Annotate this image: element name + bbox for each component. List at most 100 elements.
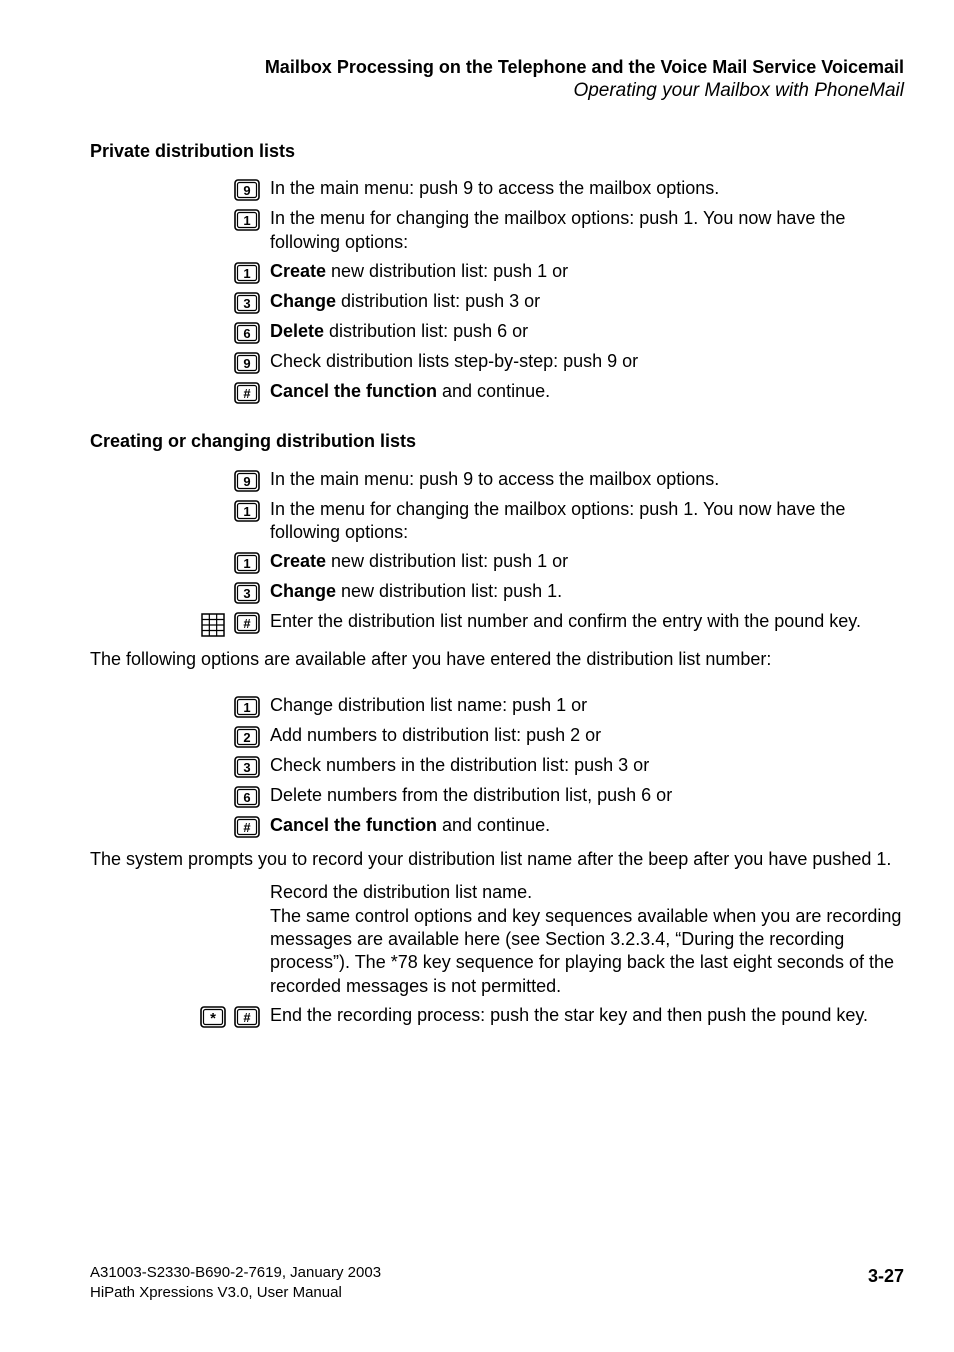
paragraph: The following options are available afte… xyxy=(90,648,904,671)
key-1-icon: 1 xyxy=(234,500,260,522)
instruction-text: End the recording process: push the star… xyxy=(270,1004,904,1027)
instruction-text: Create new distribution list: push 1 or xyxy=(270,550,904,573)
svg-text:#: # xyxy=(243,386,251,401)
instruction-row: 1 Change distribution list name: push 1 … xyxy=(90,694,904,718)
key-icon-col: # xyxy=(90,610,270,638)
svg-text:1: 1 xyxy=(243,700,250,715)
instruction-row: 9 Check distribution lists step-by-step:… xyxy=(90,350,904,374)
key-icon-col: 3 xyxy=(90,754,270,778)
svg-text:#: # xyxy=(243,1010,251,1025)
instruction-text: Change distribution list name: push 1 or xyxy=(270,694,904,717)
key-9-icon: 9 xyxy=(234,179,260,201)
instruction-row: 1 Create new distribution list: push 1 o… xyxy=(90,550,904,574)
page-footer: 3-27 A31003-S2330-B690-2-7619, January 2… xyxy=(90,1263,904,1302)
paragraph: The system prompts you to record your di… xyxy=(90,848,904,871)
instruction-text: In the menu for changing the mailbox opt… xyxy=(270,498,904,545)
instruction-row: * # End the recording process: push the … xyxy=(90,1004,904,1028)
key-icon-col: 1 xyxy=(90,550,270,574)
key-icon-col: 3 xyxy=(90,290,270,314)
instruction-row: 6 Delete numbers from the distribution l… xyxy=(90,784,904,808)
instruction-text: Delete numbers from the distribution lis… xyxy=(270,784,904,807)
svg-text:9: 9 xyxy=(243,183,250,198)
instruction-row: # Cancel the function and continue. xyxy=(90,380,904,404)
keypad-icon xyxy=(200,612,226,638)
key-6-icon: 6 xyxy=(234,786,260,808)
key-icon-col: 1 xyxy=(90,260,270,284)
instruction-row: 9 In the main menu: push 9 to access the… xyxy=(90,177,904,201)
svg-text:1: 1 xyxy=(243,266,250,281)
instruction-row: Record the distribution list name. The s… xyxy=(90,881,904,998)
svg-text:1: 1 xyxy=(243,213,250,228)
instruction-text: Check numbers in the distribution list: … xyxy=(270,754,904,777)
key-1-icon: 1 xyxy=(234,696,260,718)
instruction-text: In the main menu: push 9 to access the m… xyxy=(270,468,904,491)
instruction-text: Check distribution lists step-by-step: p… xyxy=(270,350,904,373)
key-icon-col: 9 xyxy=(90,350,270,374)
svg-text:3: 3 xyxy=(243,586,250,601)
svg-text:6: 6 xyxy=(243,326,250,341)
instruction-row: 3 Change distribution list: push 3 or xyxy=(90,290,904,314)
footer-line-2: HiPath Xpressions V3.0, User Manual xyxy=(90,1283,904,1303)
key-6-icon: 6 xyxy=(234,322,260,344)
instruction-text: Delete distribution list: push 6 or xyxy=(270,320,904,343)
key-9-icon: 9 xyxy=(234,470,260,492)
instruction-row: 1 Create new distribution list: push 1 o… xyxy=(90,260,904,284)
key-icon-col: 1 xyxy=(90,207,270,231)
instruction-row: 1 In the menu for changing the mailbox o… xyxy=(90,207,904,254)
instruction-text: Cancel the function and continue. xyxy=(270,814,904,837)
key-icon-col: 3 xyxy=(90,580,270,604)
key-icon-col: 6 xyxy=(90,784,270,808)
section-title-creating-or-changing: Creating or changing distribution lists xyxy=(90,430,904,453)
footer-line-1: A31003-S2330-B690-2-7619, January 2003 xyxy=(90,1263,904,1283)
key-icon-col xyxy=(90,881,270,883)
key-3-icon: 3 xyxy=(234,582,260,604)
key-icon-col: 9 xyxy=(90,468,270,492)
instruction-text: Enter the distribution list number and c… xyxy=(270,610,904,633)
key-icon-col: 9 xyxy=(90,177,270,201)
key-1-icon: 1 xyxy=(234,552,260,574)
instruction-text: Add numbers to distribution list: push 2… xyxy=(270,724,904,747)
svg-text:#: # xyxy=(243,616,251,631)
instruction-row: 3 Check numbers in the distribution list… xyxy=(90,754,904,778)
instruction-text: In the menu for changing the mailbox opt… xyxy=(270,207,904,254)
svg-text:*: * xyxy=(210,1010,216,1027)
page-number: 3-27 xyxy=(868,1265,904,1288)
key-1-icon: 1 xyxy=(234,209,260,231)
svg-text:3: 3 xyxy=(243,296,250,311)
instruction-text: Record the distribution list name. The s… xyxy=(270,881,904,998)
svg-text:9: 9 xyxy=(243,474,250,489)
instruction-row: 2 Add numbers to distribution list: push… xyxy=(90,724,904,748)
key-icon-col: 2 xyxy=(90,724,270,748)
svg-text:1: 1 xyxy=(243,556,250,571)
instruction-row: 9 In the main menu: push 9 to access the… xyxy=(90,468,904,492)
key-icon-col: # xyxy=(90,814,270,838)
key-3-icon: 3 xyxy=(234,292,260,314)
instruction-text: Change new distribution list: push 1. xyxy=(270,580,904,603)
svg-text:2: 2 xyxy=(243,730,250,745)
key-hash-icon: # xyxy=(234,816,260,838)
instruction-text: In the main menu: push 9 to access the m… xyxy=(270,177,904,200)
key-3-icon: 3 xyxy=(234,756,260,778)
instruction-row: 6 Delete distribution list: push 6 or xyxy=(90,320,904,344)
instruction-row: # Enter the distribution list number and… xyxy=(90,610,904,638)
instruction-row: 1 In the menu for changing the mailbox o… xyxy=(90,498,904,545)
header-subtitle: Operating your Mailbox with PhoneMail xyxy=(90,79,904,104)
page-header: Mailbox Processing on the Telephone and … xyxy=(90,56,904,104)
key-hash-icon: # xyxy=(234,1006,260,1028)
header-title: Mailbox Processing on the Telephone and … xyxy=(90,56,904,79)
key-icon-col: 1 xyxy=(90,694,270,718)
document-page: Mailbox Processing on the Telephone and … xyxy=(0,0,954,1352)
key-icon-col: 1 xyxy=(90,498,270,522)
key-9-icon: 9 xyxy=(234,352,260,374)
instruction-text: Create new distribution list: push 1 or xyxy=(270,260,904,283)
svg-text:1: 1 xyxy=(243,504,250,519)
key-1-icon: 1 xyxy=(234,262,260,284)
instruction-row: 3 Change new distribution list: push 1. xyxy=(90,580,904,604)
instruction-text: Cancel the function and continue. xyxy=(270,380,904,403)
key-icon-col: 6 xyxy=(90,320,270,344)
key-2-icon: 2 xyxy=(234,726,260,748)
key-star-icon: * xyxy=(200,1006,226,1028)
section-title-private-distribution-lists: Private distribution lists xyxy=(90,140,904,163)
key-icon-col: # xyxy=(90,380,270,404)
key-hash-icon: # xyxy=(234,612,260,638)
